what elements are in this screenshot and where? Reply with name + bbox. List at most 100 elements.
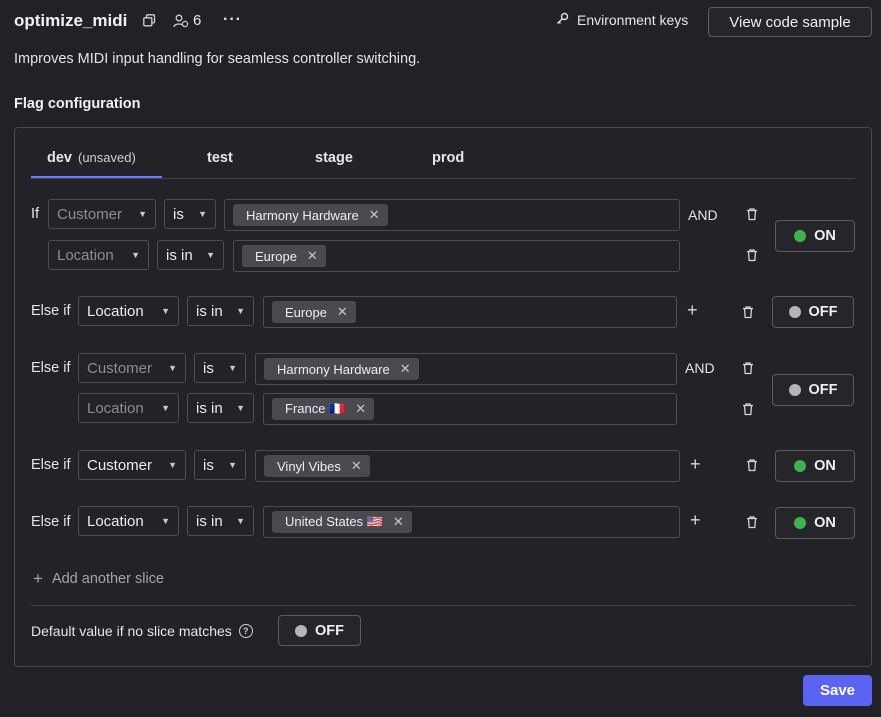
condition-prefix: Else if (31, 514, 71, 530)
trash-icon[interactable] (745, 458, 759, 472)
slice-toggle[interactable]: ON (775, 450, 855, 482)
attribute-select[interactable]: Location ▼ (78, 506, 179, 536)
plus-icon[interactable]: + (687, 300, 698, 321)
chevron-down-icon: ▼ (168, 363, 177, 373)
operator-select[interactable]: is in ▼ (187, 506, 254, 536)
chevron-down-icon: ▼ (198, 209, 207, 219)
slice-toggle[interactable]: OFF (772, 374, 854, 406)
operator-value: is in (196, 302, 223, 320)
add-slice-button[interactable]: + Add another slice (33, 569, 164, 589)
chevron-down-icon: ▼ (131, 250, 140, 260)
chip-label: Europe (285, 304, 327, 320)
operator-select[interactable]: is ▼ (164, 199, 216, 229)
attribute-select[interactable]: Location ▼ (78, 296, 179, 326)
toggle-label: ON (814, 515, 836, 531)
value-chip: Europe ✕ (242, 245, 326, 267)
status-dot (794, 517, 807, 529)
toggle-label: OFF (315, 622, 344, 639)
values-input[interactable]: Harmony Hardware ✕ (224, 199, 680, 231)
operator-select[interactable]: is in ▼ (187, 296, 254, 326)
attribute-select[interactable]: Customer ▼ (78, 353, 186, 383)
slice-toggle[interactable]: ON (775, 507, 855, 539)
attribute-select[interactable]: Customer ▼ (48, 199, 156, 229)
trash-icon[interactable] (741, 361, 755, 375)
close-icon[interactable]: ✕ (355, 401, 366, 417)
help-icon[interactable]: ? (238, 624, 253, 638)
view-code-sample-button[interactable]: View code sample (708, 7, 872, 37)
chevron-down-icon: ▼ (236, 516, 245, 526)
chip-label: Europe (255, 248, 297, 264)
status-dot (295, 624, 307, 637)
status-dot (788, 306, 801, 318)
attribute-value: Location (87, 399, 144, 417)
attribute-value: Customer (57, 205, 123, 223)
condition-prefix: If (31, 206, 40, 222)
values-input[interactable]: Vinyl Vibes ✕ (255, 450, 680, 482)
default-value-row: Default value if no slice matches ? (31, 623, 253, 639)
more-icon[interactable]: ··· (223, 11, 242, 29)
close-icon[interactable]: ✕ (307, 248, 318, 264)
chevron-down-icon: ▼ (228, 363, 237, 373)
attribute-select[interactable]: Customer ▼ (78, 450, 186, 480)
close-icon[interactable]: ✕ (393, 514, 404, 530)
operator-select[interactable]: is ▼ (194, 353, 246, 383)
trash-icon[interactable] (745, 248, 759, 262)
toggle-label: OFF (808, 382, 838, 398)
close-icon[interactable]: ✕ (400, 361, 411, 377)
add-slice-label: Add another slice (51, 571, 164, 587)
chevron-down-icon: ▼ (161, 516, 170, 526)
trash-icon[interactable] (741, 402, 755, 416)
attribute-value: Location (87, 302, 144, 320)
trash-icon[interactable] (741, 305, 755, 319)
chip-label: Vinyl Vibes (277, 458, 341, 474)
tab-stage[interactable]: stage (315, 150, 353, 166)
chevron-down-icon: ▼ (168, 460, 177, 470)
values-input[interactable]: Europe ✕ (263, 296, 677, 328)
tab-test[interactable]: test (207, 150, 233, 166)
slice-toggle[interactable]: ON (775, 220, 855, 252)
operator-select[interactable]: is in ▼ (157, 240, 224, 270)
condition-prefix: Else if (31, 303, 71, 319)
value-chip: Harmony Hardware ✕ (264, 358, 419, 380)
environment-keys-link[interactable]: Environment keys (556, 12, 688, 28)
operator-value: is (173, 205, 184, 223)
values-input[interactable]: United States 🇺🇸 ✕ (263, 506, 680, 538)
status-dot (794, 460, 807, 472)
attribute-select[interactable]: Location ▼ (78, 393, 179, 423)
value-chip: France 🇫🇷 ✕ (272, 398, 375, 420)
operator-select[interactable]: is ▼ (194, 450, 246, 480)
slice-toggle[interactable]: OFF (772, 296, 854, 328)
operator-value: is (203, 359, 214, 377)
copy-icon[interactable] (143, 14, 156, 30)
tab-prod[interactable]: prod (432, 150, 464, 166)
members-icon[interactable] (173, 14, 189, 31)
chip-label: Harmony Hardware (277, 361, 390, 377)
plus-icon[interactable]: + (690, 510, 701, 531)
member-count: 6 (193, 12, 202, 29)
tab-dev[interactable]: dev (unsaved) (47, 150, 136, 166)
tab-label: dev (47, 150, 72, 166)
value-chip: Europe ✕ (272, 301, 356, 323)
toggle-label: OFF (808, 304, 838, 320)
environment-keys-label: Environment keys (577, 12, 689, 28)
values-input[interactable]: Harmony Hardware ✕ (255, 353, 677, 385)
trash-icon[interactable] (745, 515, 759, 529)
chevron-down-icon: ▼ (236, 403, 245, 413)
close-icon[interactable]: ✕ (351, 458, 362, 474)
close-icon[interactable]: ✕ (337, 304, 348, 320)
plus-icon[interactable]: + (690, 454, 701, 475)
toggle-label: ON (814, 458, 836, 474)
chevron-down-icon: ▼ (138, 209, 147, 219)
chevron-down-icon: ▼ (228, 460, 237, 470)
values-input[interactable]: France 🇫🇷 ✕ (263, 393, 677, 425)
chip-label: United States 🇺🇸 (285, 514, 383, 529)
section-title: Flag configuration (14, 96, 141, 112)
divider (31, 605, 855, 606)
operator-select[interactable]: is in ▼ (187, 393, 254, 423)
values-input[interactable]: Europe ✕ (233, 240, 680, 272)
trash-icon[interactable] (745, 207, 759, 221)
close-icon[interactable]: ✕ (369, 207, 380, 223)
save-button[interactable]: Save (803, 675, 872, 706)
default-toggle[interactable]: OFF (278, 615, 361, 646)
attribute-select[interactable]: Location ▼ (48, 240, 149, 270)
